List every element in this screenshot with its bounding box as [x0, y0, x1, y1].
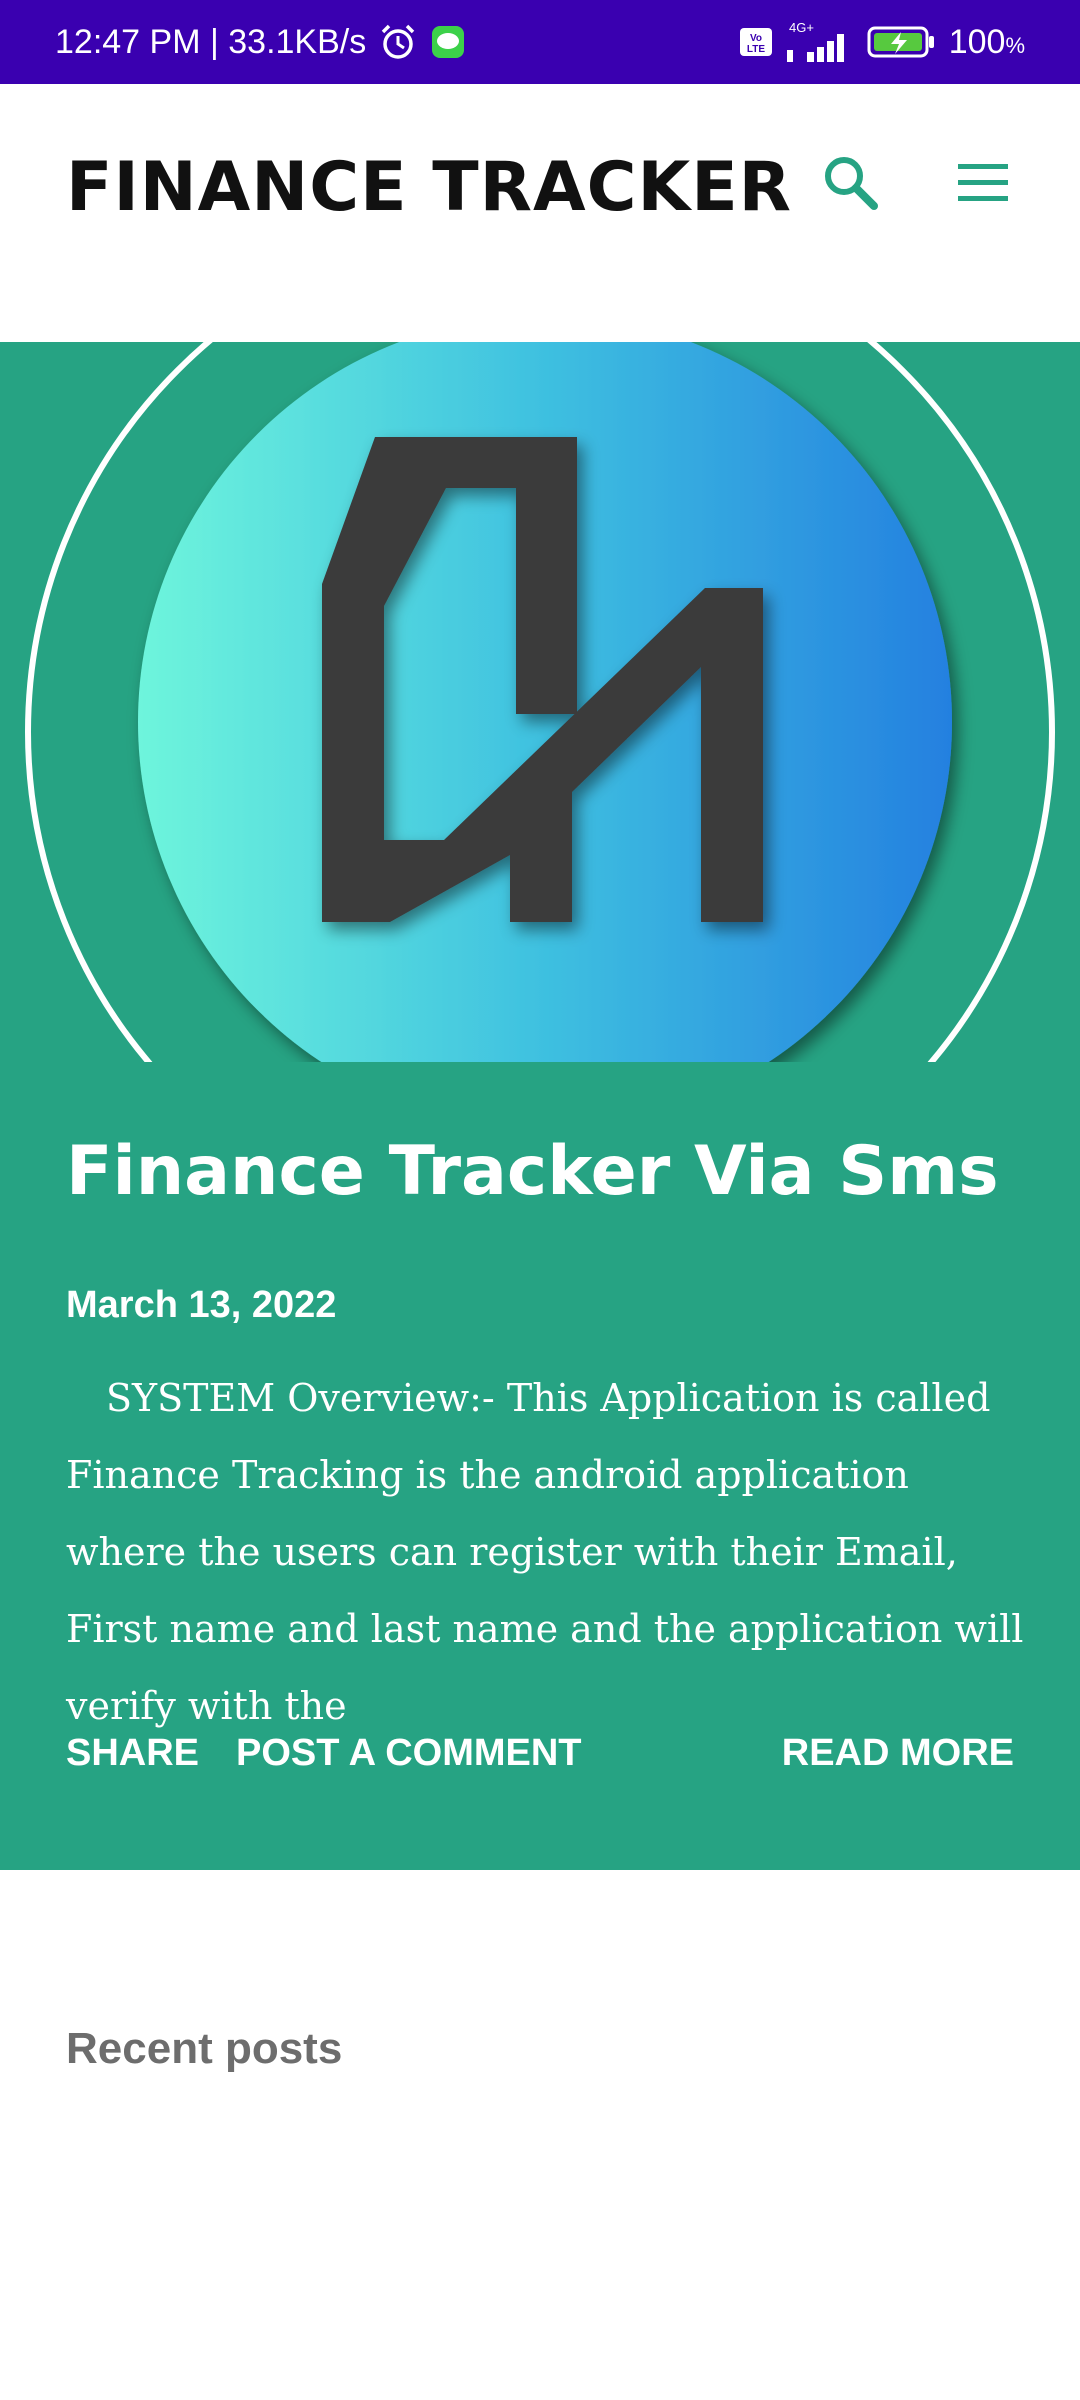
status-right: Vo LTE 4G+ 100% — [739, 0, 1025, 84]
post-card: Finance Tracker Via Sms March 13, 2022 S… — [0, 342, 1080, 1870]
post-title[interactable]: Finance Tracker Via Sms — [66, 1132, 1026, 1211]
share-button[interactable]: SHARE — [66, 1732, 199, 1775]
post-date: March 13, 2022 — [66, 1284, 337, 1326]
battery-percent: 100% — [948, 22, 1025, 61]
status-time: 12:47 PM | 33.1KB/s — [55, 22, 367, 61]
search-icon[interactable] — [818, 150, 884, 216]
post-comment-button[interactable]: POST A COMMENT — [236, 1732, 582, 1775]
post-hero-image[interactable] — [0, 342, 1080, 1062]
svg-text:LTE: LTE — [747, 44, 765, 55]
status-left: 12:47 PM | 33.1KB/s — [55, 0, 466, 84]
menu-icon[interactable] — [950, 150, 1016, 216]
site-title[interactable]: FINANCE TRACKER — [66, 148, 792, 227]
alarm-icon — [378, 22, 418, 62]
app-header: FINANCE TRACKER — [0, 84, 1080, 342]
read-more-button[interactable]: READ MORE — [782, 1732, 1014, 1775]
post-actions: SHARE POST A COMMENT READ MORE — [66, 1732, 1014, 1792]
signal-icon: 4G+ — [785, 20, 855, 64]
volte-icon: Vo LTE — [739, 25, 773, 59]
svg-text:Vo: Vo — [750, 33, 762, 44]
svg-text:4G+: 4G+ — [789, 20, 814, 35]
recent-posts-heading: Recent posts — [66, 2024, 343, 2073]
post-excerpt: SYSTEM Overview:- This Application is ca… — [66, 1376, 1024, 1728]
message-icon — [430, 24, 466, 60]
status-bar: 12:47 PM | 33.1KB/s Vo LTE 4G+ 100% — [0, 0, 1080, 84]
battery-charging-icon — [867, 24, 937, 60]
